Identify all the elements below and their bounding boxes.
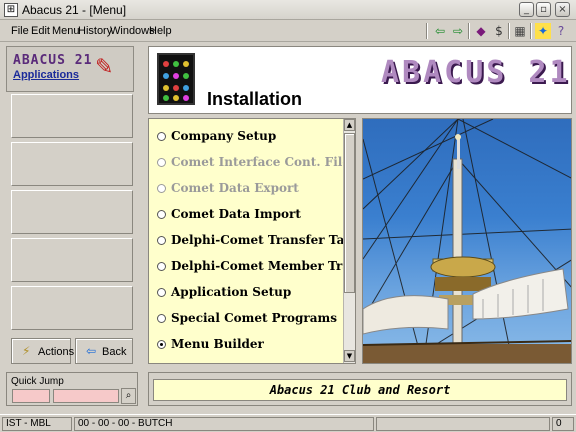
company-banner: Abacus 21 Club and Resort xyxy=(148,372,572,406)
list-item[interactable]: Special Comet Programs xyxy=(155,309,343,329)
list-item[interactable]: Company Setup xyxy=(155,127,343,147)
menu-history[interactable]: History xyxy=(78,25,112,37)
back-label: Back xyxy=(102,346,127,358)
list-item-label: Comet Data Export xyxy=(171,181,299,195)
menu-windows[interactable]: Windows xyxy=(110,25,155,37)
logo-applications-label: Applications xyxy=(13,69,80,81)
list-item-label: Application Setup xyxy=(171,285,292,299)
back-button[interactable]: ⇦ Back xyxy=(75,338,133,364)
title-bar: ⊞ Abacus 21 - [Menu] _ ▫ × xyxy=(0,0,576,20)
list-item-label: Comet Data Import xyxy=(171,207,301,221)
menu-list: Company Setup Comet Interface Cont. File… xyxy=(148,118,356,364)
toolbar-separator xyxy=(508,23,510,39)
list-item[interactable]: Comet Interface Cont. File Ma xyxy=(155,153,343,173)
scroll-up-button[interactable]: ▲ xyxy=(344,119,355,131)
radio-button[interactable] xyxy=(157,132,166,141)
actions-label: Actions xyxy=(38,346,75,358)
list-item[interactable]: Comet Data Import xyxy=(155,205,343,225)
close-button[interactable]: × xyxy=(555,2,570,17)
app-slot[interactable] xyxy=(11,142,133,186)
status-empty xyxy=(376,417,550,431)
radio-button[interactable] xyxy=(157,184,166,193)
maximize-button[interactable]: ▫ xyxy=(536,2,551,17)
page-header: Installation ABACUS 21 xyxy=(148,46,572,114)
radio-button[interactable] xyxy=(157,236,166,245)
toolbar-separator xyxy=(468,23,470,39)
list-item[interactable]: Menu Builder xyxy=(155,335,343,355)
calculator-icon[interactable]: ▦ xyxy=(512,23,528,39)
search-icon[interactable]: ⌕ xyxy=(121,388,136,404)
brand-logo: ABACUS 21 xyxy=(381,55,571,90)
help-icon[interactable]: ? xyxy=(553,23,569,39)
status-user: IST - MBL xyxy=(2,417,72,431)
radio-button[interactable] xyxy=(157,314,166,323)
list-item[interactable]: Delphi-Comet Member Transf xyxy=(155,257,343,277)
radio-button[interactable] xyxy=(157,158,166,167)
radio-button[interactable] xyxy=(157,210,166,219)
app-slot[interactable] xyxy=(11,190,133,234)
scroll-thumb[interactable] xyxy=(344,133,355,293)
forward-arrow-icon[interactable]: ⇨ xyxy=(450,23,466,39)
ship-mast-photo xyxy=(362,118,572,364)
menu-bar: File Edit Menu History Windows Help ⇦ ⇨ … xyxy=(0,20,576,42)
logo-brand: ABACUS 21 xyxy=(13,53,93,68)
list-item-label: Comet Interface Cont. File Ma xyxy=(171,155,343,169)
dollar-icon[interactable]: $ xyxy=(491,23,507,39)
list-item-label: Company Setup xyxy=(171,129,277,143)
status-session: 00 - 00 - 00 - BUTCH xyxy=(74,417,374,431)
radio-button[interactable] xyxy=(157,288,166,297)
list-item[interactable]: Application Setup xyxy=(155,283,343,303)
menu-file[interactable]: File xyxy=(11,25,29,37)
actions-button[interactable]: ⚡ Actions xyxy=(11,338,75,364)
book-icon[interactable]: ◆ xyxy=(473,23,489,39)
menu-help[interactable]: Help xyxy=(149,25,172,37)
applications-logo[interactable]: ABACUS 21 Applications ✎ xyxy=(6,46,134,92)
back-arrow-icon[interactable]: ⇦ xyxy=(432,23,448,39)
menu-edit[interactable]: Edit xyxy=(31,25,50,37)
list-item-label: Menu Builder xyxy=(171,337,264,351)
list-item-label: Special Comet Programs xyxy=(171,311,337,325)
scroll-down-button[interactable]: ▼ xyxy=(344,350,355,362)
app-slot[interactable] xyxy=(11,94,133,138)
list-item-label: Delphi-Comet Transfer Tables xyxy=(171,233,343,247)
minimize-button[interactable]: _ xyxy=(519,2,534,17)
page-title: Installation xyxy=(207,89,303,109)
app-slot[interactable] xyxy=(11,286,133,330)
list-scrollbar[interactable]: ▲ ▼ xyxy=(343,119,355,363)
app-slot[interactable] xyxy=(11,238,133,282)
window-title: Abacus 21 - [Menu] xyxy=(22,3,127,17)
radio-button[interactable] xyxy=(157,262,166,271)
status-bar: IST - MBL 00 - 00 - 00 - BUTCH 0 xyxy=(0,414,576,432)
toolbar-separator xyxy=(530,23,532,39)
abacus-icon xyxy=(157,53,195,105)
status-count: 0 xyxy=(552,417,574,431)
quick-jump-field-1[interactable] xyxy=(12,389,50,403)
menu-menu[interactable]: Menu xyxy=(52,25,80,37)
quick-jump-field-2[interactable] xyxy=(53,389,119,403)
lightning-icon: ⚡ xyxy=(22,344,31,358)
run-icon[interactable]: ✦ xyxy=(535,23,551,39)
ship-mast-illustration xyxy=(363,119,571,363)
list-item-label: Delphi-Comet Member Transf xyxy=(171,259,343,273)
quick-jump-label: Quick Jump xyxy=(11,376,64,387)
list-item[interactable]: Delphi-Comet Transfer Tables xyxy=(155,231,343,251)
toolbar-separator xyxy=(426,23,428,39)
app-icon[interactable]: ⊞ xyxy=(4,3,18,17)
radio-button[interactable] xyxy=(157,340,166,349)
back-arrow-icon: ⇦ xyxy=(86,344,97,358)
company-name: Abacus 21 Club and Resort xyxy=(153,379,567,401)
list-item[interactable]: Comet Data Export xyxy=(155,179,343,199)
pen-icon: ✎ xyxy=(95,55,114,80)
quick-jump-panel: Quick Jump ⌕ xyxy=(6,372,138,406)
